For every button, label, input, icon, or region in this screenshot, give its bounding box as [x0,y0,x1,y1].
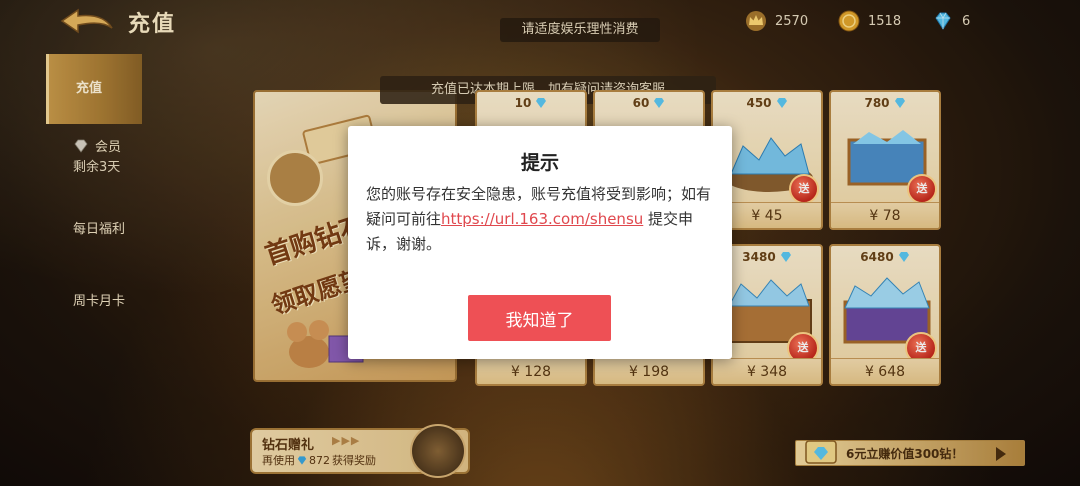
appeal-link[interactable]: https://url.163.com/shensu [441,210,643,228]
security-alert-dialog: 提示 您的账号存在安全隐患，账号充值将受到影响；如有疑问可前往https://u… [348,126,732,359]
dialog-message: 您的账号存在安全隐患，账号充值将受到影响；如有疑问可前往https://url.… [366,182,716,257]
dialog-title: 提示 [520,152,559,174]
acknowledge-button[interactable]: 我知道了 [468,295,611,341]
